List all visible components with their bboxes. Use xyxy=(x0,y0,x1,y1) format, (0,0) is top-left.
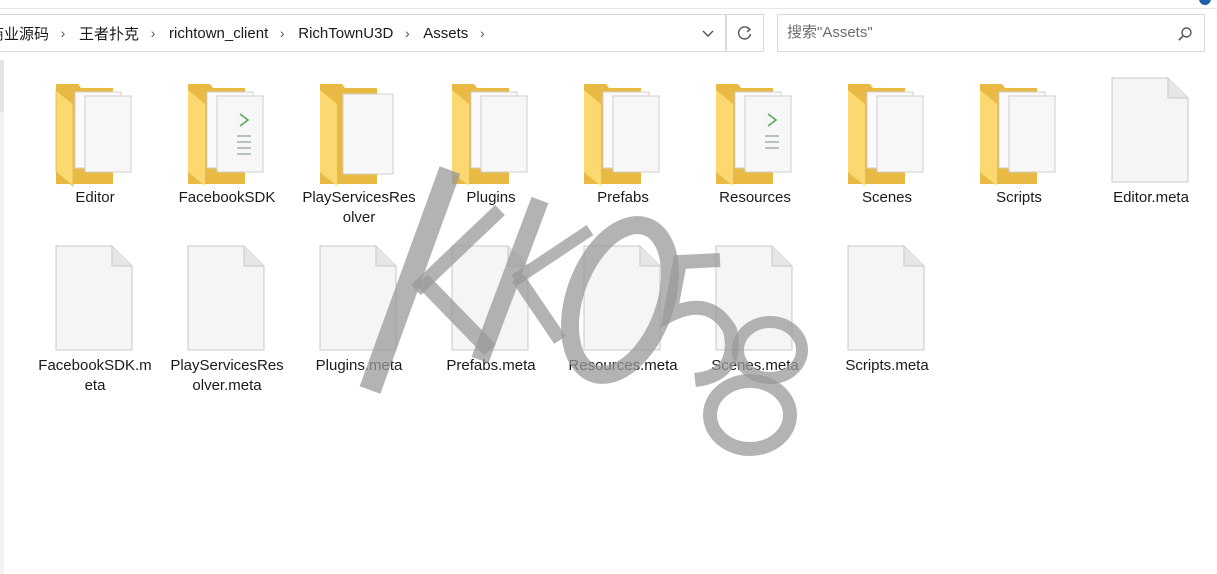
breadcrumb-item[interactable]: RichTownU3D xyxy=(298,25,393,42)
breadcrumb-item[interactable]: 王者扑克 xyxy=(79,23,139,44)
folder-label: Resources xyxy=(719,189,791,206)
file-icon xyxy=(827,242,947,358)
file-label: Scripts.meta xyxy=(845,357,929,374)
search-input[interactable]: 搜索"Assets" xyxy=(787,15,873,51)
file-icon xyxy=(299,242,419,358)
folder-code-icon xyxy=(695,74,815,190)
chevron-right-icon[interactable]: › xyxy=(277,25,287,41)
file-label: Resources.meta xyxy=(568,357,678,374)
file-label: Prefabs.meta xyxy=(446,357,536,374)
file-label: Plugins.meta xyxy=(315,357,403,374)
file-icon xyxy=(167,242,287,358)
folder-label: Editor xyxy=(75,189,115,206)
file-label: Editor.meta xyxy=(1113,189,1189,206)
folder-single-page-icon xyxy=(299,74,419,190)
folder-label: FacebookSDK xyxy=(178,189,276,206)
folder-label: Prefabs xyxy=(597,189,649,206)
folder-label: PlayServicesResolver xyxy=(302,189,416,226)
file-icon xyxy=(695,242,815,358)
file-item[interactable]: Editor.meta xyxy=(1091,74,1211,208)
breadcrumb-item[interactable]: richtown_client xyxy=(169,25,268,42)
file-item[interactable]: Scripts.meta xyxy=(827,242,947,376)
breadcrumb-item[interactable]: 商业源码 xyxy=(0,23,49,44)
file-icon xyxy=(563,242,683,358)
folder-item[interactable]: Resources xyxy=(695,74,815,208)
address-bar[interactable]: 商业源码 › 王者扑克 › richtown_client › RichTown… xyxy=(0,14,726,52)
folder-item[interactable]: PlayServicesResolver xyxy=(299,74,419,228)
search-icon[interactable] xyxy=(1177,26,1193,42)
folder-item[interactable]: Editor xyxy=(35,74,155,208)
search-box[interactable]: 搜索"Assets" xyxy=(777,14,1205,52)
file-item[interactable]: FacebookSDK.meta xyxy=(35,242,155,396)
folder-docs-icon xyxy=(563,74,683,190)
breadcrumb-item[interactable]: Assets xyxy=(423,25,468,42)
folder-docs-icon xyxy=(959,74,1079,190)
folder-code-icon xyxy=(167,74,287,190)
chevron-right-icon[interactable]: › xyxy=(477,25,487,41)
chevron-right-icon[interactable]: › xyxy=(148,25,158,41)
folder-item[interactable]: Prefabs xyxy=(563,74,683,208)
file-item[interactable]: PlayServicesResolver.meta xyxy=(167,242,287,396)
chevron-down-icon[interactable] xyxy=(701,26,715,40)
refresh-icon xyxy=(737,26,752,40)
folder-item[interactable]: Scripts xyxy=(959,74,1079,208)
folder-docs-icon xyxy=(827,74,947,190)
file-icon xyxy=(1091,74,1211,190)
folder-item[interactable]: FacebookSDK xyxy=(167,74,287,208)
navigation-pane-edge xyxy=(0,60,4,574)
file-item[interactable]: Scenes.meta xyxy=(695,242,815,376)
chevron-right-icon[interactable]: › xyxy=(58,25,68,41)
file-item[interactable]: Plugins.meta xyxy=(299,242,419,376)
chevron-right-icon[interactable]: › xyxy=(402,25,412,41)
file-icon xyxy=(431,242,551,358)
breadcrumb: 商业源码 › 王者扑克 › richtown_client › RichTown… xyxy=(0,15,498,51)
file-label: Scenes.meta xyxy=(711,357,799,374)
file-icon xyxy=(35,242,155,358)
window-top-edge xyxy=(0,0,1217,9)
folder-docs-icon xyxy=(431,74,551,190)
folder-label: Scripts xyxy=(996,189,1042,206)
file-item[interactable]: Resources.meta xyxy=(563,242,683,376)
folder-label: Plugins xyxy=(466,189,516,206)
navigation-scrollbar-thumb[interactable] xyxy=(0,60,4,112)
folder-docs-icon xyxy=(35,74,155,190)
refresh-button[interactable] xyxy=(726,14,764,52)
folder-item[interactable]: Plugins xyxy=(431,74,551,208)
folder-label: Scenes xyxy=(861,189,913,206)
file-label: PlayServicesResolver.meta xyxy=(170,357,284,394)
file-item[interactable]: Prefabs.meta xyxy=(431,242,551,376)
folder-item[interactable]: Scenes xyxy=(827,74,947,208)
file-label: FacebookSDK.meta xyxy=(38,357,152,394)
